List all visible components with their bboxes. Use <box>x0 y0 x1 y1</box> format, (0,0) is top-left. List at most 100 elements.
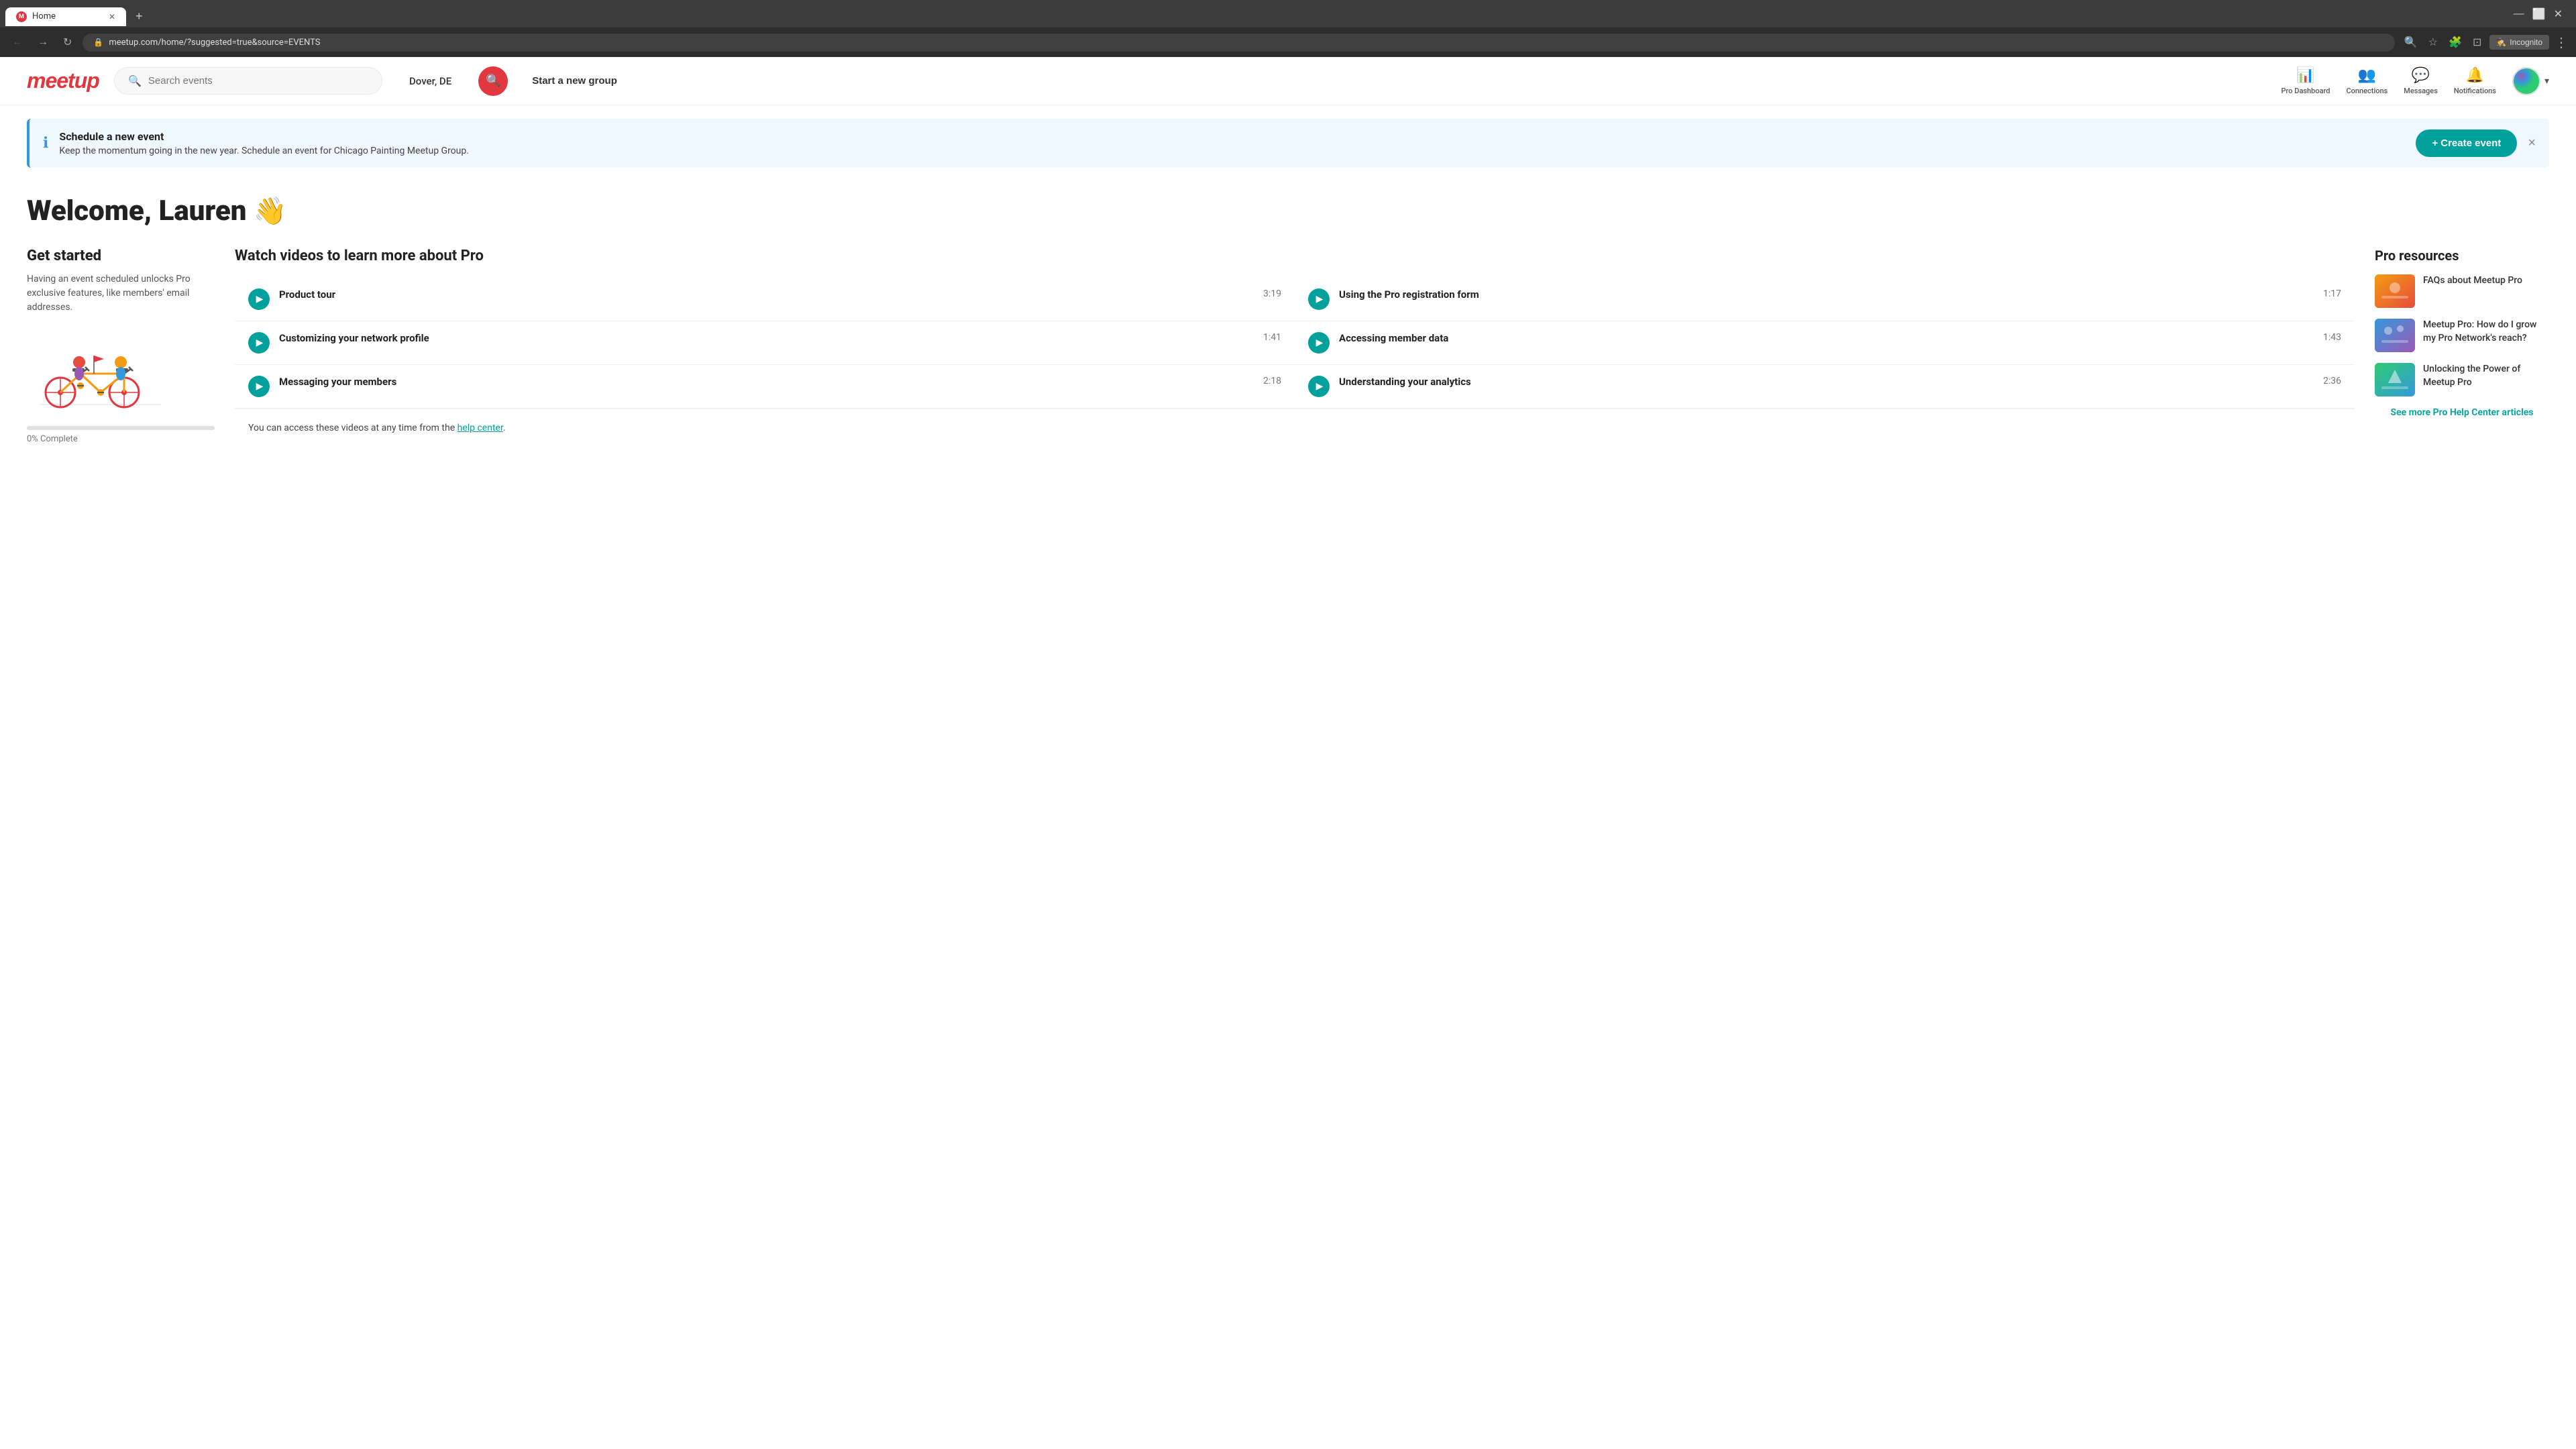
close-window-button[interactable]: ✕ <box>2554 7 2563 21</box>
play-analytics-button[interactable]: ▶ <box>1308 376 1330 397</box>
resource-item-grow-reach[interactable]: Meetup Pro: How do I grow my Pro Network… <box>2375 319 2549 352</box>
search-input[interactable] <box>148 75 368 87</box>
video-title: Messaging your members <box>279 376 1254 389</box>
video-item-using-pro-registration: ▶ Using the Pro registration form 1:17 <box>1295 278 2355 321</box>
video-item-messaging-members: ▶ Messaging your members 2:18 <box>235 365 1295 409</box>
meetup-header: meetup 🔍 Dover, DE 🔍 Start a new group 📊… <box>0 57 2576 105</box>
play-product-tour-button[interactable]: ▶ <box>248 288 270 310</box>
url-text: meetup.com/home/?suggested=true&source=E… <box>109 38 320 48</box>
minimize-button[interactable]: — <box>2514 7 2524 21</box>
play-using-pro-button[interactable]: ▶ <box>1308 288 1330 310</box>
progress-container: 0% Complete <box>27 426 215 444</box>
play-icon: ▶ <box>1316 294 1324 305</box>
video-item-accessing-member-data: ▶ Accessing member data 1:43 <box>1295 321 2355 365</box>
connections-icon: 👥 <box>2358 67 2376 84</box>
nav-messages[interactable]: 💬 Messages <box>2404 67 2438 95</box>
video-info: Accessing member data <box>1339 332 2314 348</box>
progress-bar-bg <box>27 426 215 430</box>
messages-label: Messages <box>2404 87 2438 95</box>
resource-item-unlocking-power[interactable]: Unlocking the Power of Meetup Pro <box>2375 363 2549 396</box>
banner-info-icon: ℹ <box>43 135 48 152</box>
split-screen-button[interactable]: ⊡ <box>2470 33 2484 52</box>
banner-title: Schedule a new event <box>59 130 2405 143</box>
video-title: Understanding your analytics <box>1339 376 2314 389</box>
videos-section-title: Watch videos to learn more about Pro <box>235 248 2355 264</box>
create-event-button[interactable]: + Create event <box>2416 129 2517 157</box>
video-duration: 1:17 <box>2323 288 2341 299</box>
nav-connections[interactable]: 👥 Connections <box>2347 67 2388 95</box>
tab-close-button[interactable]: ✕ <box>109 12 115 21</box>
get-started-title: Get started <box>27 248 215 264</box>
tab-label: Home <box>32 11 56 21</box>
video-duration: 2:36 <box>2323 376 2341 386</box>
welcome-heading: Welcome, Lauren 👋 <box>27 195 2549 227</box>
resource-thumbnail-unlocking <box>2375 363 2415 396</box>
user-menu[interactable]: ▾ <box>2512 67 2549 95</box>
pro-dashboard-label: Pro Dashboard <box>2282 87 2330 95</box>
video-help-text: You can access these videos at any time … <box>235 409 2355 447</box>
pro-dashboard-icon: 📊 <box>2296 67 2314 84</box>
pro-resources-panel: Pro resources FAQs about Meetup Pro <box>2375 248 2549 447</box>
window-controls: — ⬜ ✕ <box>2506 7 2571 26</box>
tab-favicon: M <box>16 11 27 22</box>
get-started-description: Having an event scheduled unlocks Pro ex… <box>27 272 215 315</box>
banner-text: Keep the momentum going in the new year.… <box>59 146 2405 156</box>
notification-banner: ℹ Schedule a new event Keep the momentum… <box>27 119 2549 168</box>
back-button[interactable]: ← <box>8 34 27 51</box>
search-toolbar-button[interactable]: 🔍 <box>2402 33 2420 52</box>
address-bar[interactable]: 🔒 meetup.com/home/?suggested=true&source… <box>83 34 2394 52</box>
nav-pro-dashboard[interactable]: 📊 Pro Dashboard <box>2282 67 2330 95</box>
user-menu-chevron: ▾ <box>2544 76 2549 87</box>
search-icon: 🔍 <box>128 74 142 87</box>
wave-emoji: 👋 <box>254 195 287 227</box>
video-duration: 3:19 <box>1263 288 1281 299</box>
maximize-button[interactable]: ⬜ <box>2532 7 2546 21</box>
lock-icon: 🔒 <box>93 38 103 47</box>
incognito-button[interactable]: 🕵 Incognito <box>2489 35 2549 50</box>
video-duration: 1:41 <box>1263 332 1281 343</box>
meetup-logo[interactable]: meetup <box>27 65 101 97</box>
play-messaging-button[interactable]: ▶ <box>248 376 270 397</box>
video-info: Understanding your analytics <box>1339 376 2314 392</box>
search-bar[interactable]: 🔍 <box>114 67 382 95</box>
forward-button[interactable]: → <box>34 34 52 51</box>
messages-icon: 💬 <box>2412 67 2430 84</box>
video-info: Messaging your members <box>279 376 1254 392</box>
resource-label-grow-reach: Meetup Pro: How do I grow my Pro Network… <box>2423 319 2549 352</box>
bookmark-button[interactable]: ☆ <box>2426 33 2440 52</box>
video-title: Product tour <box>279 288 1254 302</box>
browser-menu-button[interactable]: ⋮ <box>2555 34 2568 51</box>
active-tab[interactable]: M Home ✕ <box>5 7 126 26</box>
play-icon: ▶ <box>256 381 264 392</box>
incognito-icon: 🕵 <box>2496 38 2506 47</box>
new-tab-button[interactable]: + <box>129 5 150 28</box>
avatar-image <box>2514 68 2539 94</box>
search-submit-icon: 🔍 <box>486 74 500 88</box>
start-new-group-button[interactable]: Start a new group <box>521 75 628 87</box>
see-more-link[interactable]: See more Pro Help Center articles <box>2375 407 2549 418</box>
help-center-link[interactable]: help center <box>458 423 503 433</box>
extensions-button[interactable]: 🧩 <box>2446 33 2465 52</box>
nav-notifications[interactable]: 🔔 Notifications <box>2454 67 2496 95</box>
incognito-label: Incognito <box>2510 38 2542 47</box>
video-duration: 1:43 <box>2323 332 2341 343</box>
get-started-panel: Get started Having an event scheduled un… <box>27 248 215 447</box>
play-icon: ▶ <box>1316 337 1324 348</box>
refresh-button[interactable]: ↻ <box>59 33 76 52</box>
notifications-icon: 🔔 <box>2466 67 2484 84</box>
user-avatar[interactable] <box>2512 67 2540 95</box>
resource-item-faqs[interactable]: FAQs about Meetup Pro <box>2375 274 2549 308</box>
nav-icons: 📊 Pro Dashboard 👥 Connections 💬 Messages… <box>2282 67 2549 95</box>
notifications-label: Notifications <box>2454 87 2496 95</box>
browser-chrome: M Home ✕ + — ⬜ ✕ ← → ↻ 🔒 meetup.com/home… <box>0 0 2576 57</box>
play-customizing-button[interactable]: ▶ <box>248 332 270 354</box>
play-accessing-button[interactable]: ▶ <box>1308 332 1330 354</box>
video-item-product-tour: ▶ Product tour 3:19 <box>235 278 1295 321</box>
video-title: Using the Pro registration form <box>1339 288 2314 302</box>
search-submit-button[interactable]: 🔍 <box>478 66 508 96</box>
connections-label: Connections <box>2347 87 2388 95</box>
banner-close-button[interactable]: × <box>2528 136 2536 151</box>
location-display: Dover, DE <box>396 75 465 87</box>
video-title: Customizing your network profile <box>279 332 1254 345</box>
video-duration: 2:18 <box>1263 376 1281 386</box>
